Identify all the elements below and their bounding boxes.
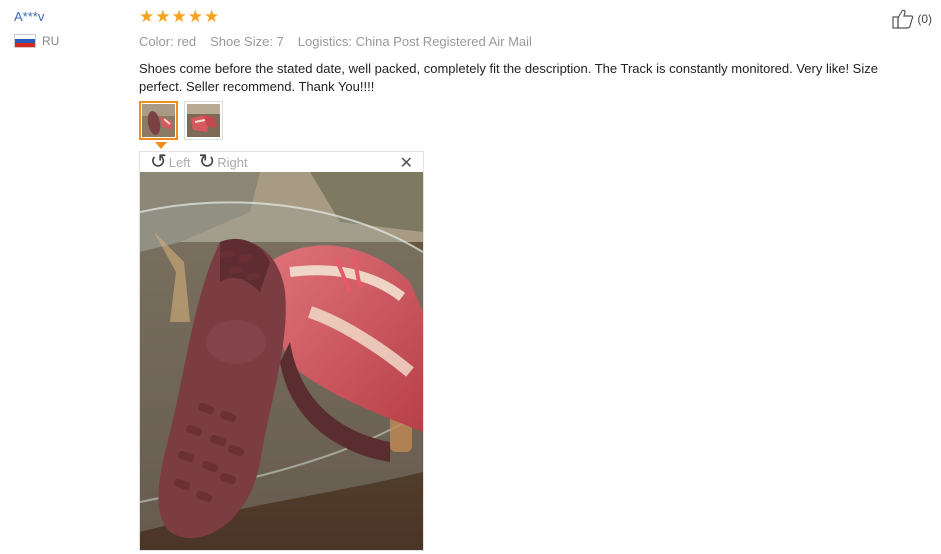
thumbs-up-icon: [892, 9, 914, 29]
star-icon: ★: [155, 7, 171, 26]
rotate-right-button[interactable]: ↻ Right: [198, 152, 247, 172]
meta-color: Color: red: [139, 34, 197, 49]
star-icon: ★: [187, 7, 203, 26]
rotate-right-label: Right: [217, 154, 248, 170]
viewer-toolbar: ↺ Left ↻ Right ✕: [140, 152, 423, 172]
star-rating: ★ ★ ★ ★ ★: [139, 8, 899, 26]
photo-thumbnails: [139, 101, 223, 140]
order-meta: Color: red Shoe Size: 7 Logistics: China…: [139, 34, 899, 49]
rotate-left-button[interactable]: ↺ Left: [150, 152, 190, 172]
reviewer-country: RU: [14, 34, 124, 48]
shoe-photo-thumbnail: [187, 104, 220, 137]
country-code: RU: [42, 34, 60, 48]
meta-shoe-size: Shoe Size: 7: [210, 34, 284, 49]
rotate-right-icon: ↻: [198, 151, 216, 173]
photo-thumbnail[interactable]: [184, 101, 223, 140]
shoe-photo: [140, 172, 423, 550]
active-thumbnail-pointer: [155, 142, 167, 149]
reviewer-info: A***v RU: [14, 9, 124, 48]
rotate-left-label: Left: [168, 154, 191, 170]
shoe-photo-thumbnail: [142, 104, 175, 137]
photo-thumbnail[interactable]: [139, 101, 178, 140]
photo-viewer: ↺ Left ↻ Right ✕: [139, 151, 424, 551]
review-body: ★ ★ ★ ★ ★ Color: red Shoe Size: 7 Logist…: [139, 8, 899, 96]
helpful-count: (0): [917, 12, 932, 26]
rotate-left-icon: ↺: [150, 151, 167, 173]
close-icon[interactable]: ✕: [400, 153, 413, 173]
star-icon: ★: [139, 7, 155, 26]
russia-flag-icon: [14, 34, 36, 48]
star-icon: ★: [204, 7, 220, 26]
meta-logistics: Logistics: China Post Registered Air Mai…: [297, 34, 532, 49]
helpful-button[interactable]: (0): [892, 9, 932, 29]
review-text: Shoes come before the stated date, well …: [139, 61, 878, 94]
reviewer-name[interactable]: A***v: [14, 9, 124, 24]
star-icon: ★: [171, 7, 187, 26]
